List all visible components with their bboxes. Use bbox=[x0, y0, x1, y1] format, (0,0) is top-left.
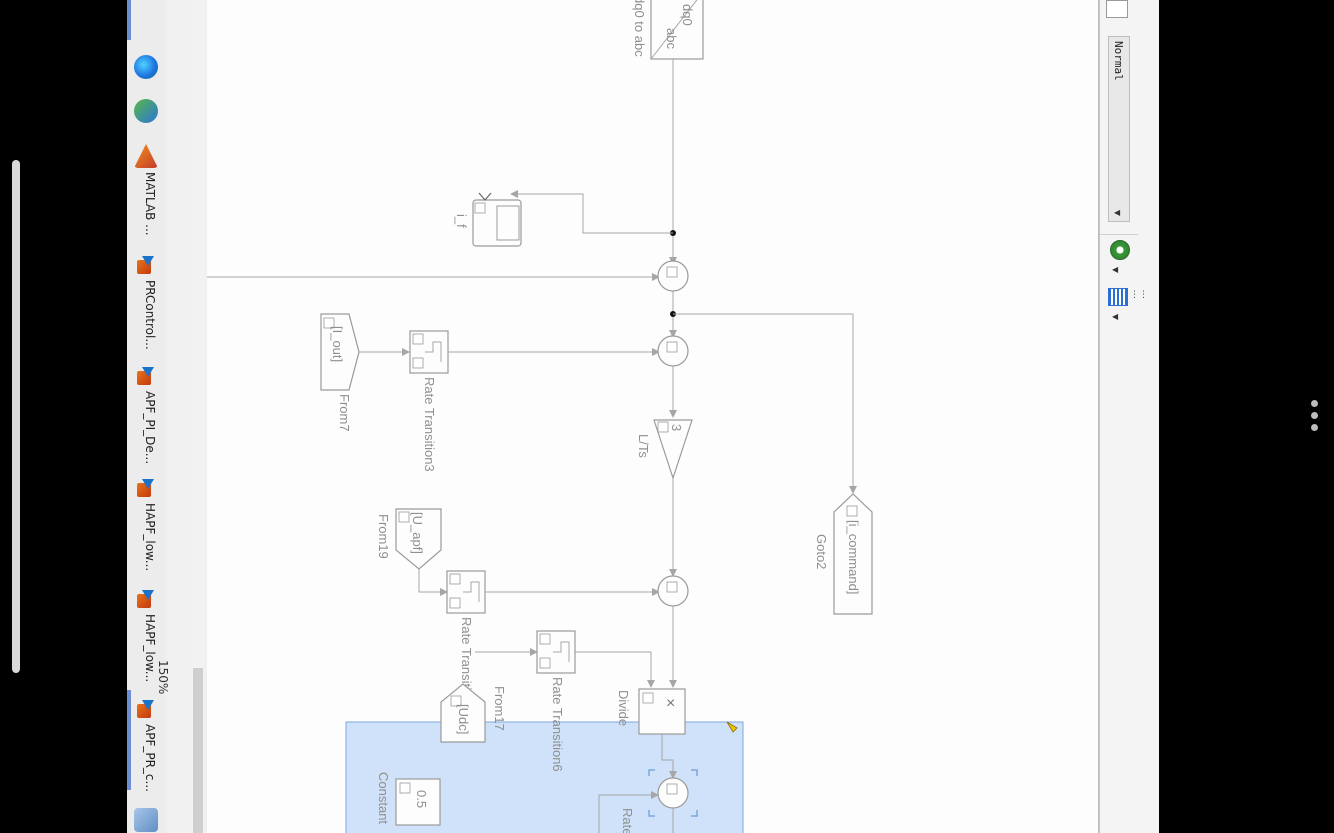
screen-border bbox=[1159, 0, 1209, 833]
status-bar bbox=[165, 0, 192, 833]
taskbar-item-label: HAPF_low... bbox=[143, 503, 157, 572]
app-window-icon bbox=[134, 808, 158, 832]
block-name: Goto2 bbox=[814, 534, 829, 569]
microsoft-store-icon bbox=[134, 99, 158, 123]
taskbar-item-label: HAPF_low... bbox=[143, 614, 157, 683]
block-name: Rate bbox=[620, 808, 635, 833]
grid-settings-icon[interactable] bbox=[1108, 288, 1128, 306]
scrollbar-thumb[interactable] bbox=[193, 668, 203, 833]
block-name: i_f bbox=[454, 214, 469, 228]
taskbar-item-edge[interactable] bbox=[127, 55, 165, 83]
block-name: From17 bbox=[492, 686, 507, 731]
model-canvas[interactable]: dq0 abc dq0 to abc i_f [I_out] From7 Rat… bbox=[207, 0, 1099, 833]
clock-icon[interactable] bbox=[1110, 240, 1130, 260]
taskbar-item-label: MATLAB ... bbox=[143, 172, 157, 236]
device-screen: MATLAB ... PRControl... APF_PI_De... HAP… bbox=[0, 0, 1334, 833]
toolbar-divider bbox=[1100, 234, 1138, 235]
taskbar-item-prcontrol[interactable]: PRControl... bbox=[127, 252, 165, 357]
from-tag-label: [U_apf] bbox=[410, 512, 425, 554]
stop-time-field[interactable] bbox=[1106, 0, 1128, 18]
divide-symbol: × bbox=[666, 695, 675, 712]
block-name: From7 bbox=[337, 394, 352, 432]
taskbar-item-label: PRControl... bbox=[143, 280, 157, 350]
block-port-label: abc bbox=[664, 28, 679, 49]
taskbar-item-label: APF_PI_De... bbox=[143, 391, 157, 465]
matlab-icon bbox=[134, 144, 158, 168]
taskbar: MATLAB ... PRControl... APF_PI_De... HAP… bbox=[127, 0, 166, 833]
simulink-model-icon bbox=[137, 483, 151, 497]
scope-close-icon bbox=[478, 192, 492, 201]
simulation-mode-value: Normal bbox=[1112, 41, 1125, 81]
goto-tag-label: [i_command] bbox=[846, 520, 861, 594]
taskbar-item-hapf-low-1[interactable]: HAPF_low... bbox=[127, 475, 165, 580]
block-name: Divide bbox=[616, 690, 631, 726]
taskbar-item-apf-pi[interactable]: APF_PI_De... bbox=[127, 363, 165, 468]
simulink-window: MATLAB ... PRControl... APF_PI_De... HAP… bbox=[127, 0, 1209, 833]
constant-value: 0.5 bbox=[414, 790, 429, 808]
options-icon[interactable]: ⋮⋮ bbox=[1130, 290, 1148, 300]
tablet-side-handle[interactable] bbox=[12, 160, 20, 673]
block-name: dq0 to abc bbox=[632, 0, 647, 57]
more-options-icon[interactable] bbox=[1308, 400, 1320, 440]
from-tag-label: [Udc] bbox=[456, 704, 471, 734]
model-toolbar: Normal ◀ ◀ ⋮⋮ ◀ bbox=[1099, 0, 1160, 833]
zoom-level[interactable]: 150% bbox=[156, 660, 170, 694]
simulink-model-icon bbox=[137, 371, 151, 385]
simulink-model-icon bbox=[137, 260, 151, 274]
block-name: Rate Transition3 bbox=[422, 377, 437, 472]
taskbar-active-indicator bbox=[127, 0, 131, 40]
block-port-label: dq0 bbox=[680, 4, 695, 26]
block-diagram: dq0 abc dq0 to abc i_f [I_out] From7 Rat… bbox=[207, 0, 873, 833]
block-name: L/Ts bbox=[636, 434, 651, 458]
simulink-model-icon bbox=[137, 704, 151, 718]
taskbar-item-matlab[interactable]: MATLAB ... bbox=[127, 140, 165, 240]
edge-browser-icon bbox=[134, 55, 158, 79]
taskbar-item-app[interactable] bbox=[127, 806, 165, 832]
block-name: Constant bbox=[376, 772, 391, 824]
dropdown-arrow-icon: ◀ bbox=[1114, 208, 1121, 217]
simulation-mode-dropdown[interactable]: Normal ◀ bbox=[1108, 36, 1130, 222]
taskbar-item-label: APF_PR_c... bbox=[143, 724, 157, 792]
from-tag-label: [I_out] bbox=[330, 326, 345, 362]
block-name: Rate Transition6 bbox=[550, 677, 565, 772]
dropdown-arrow-icon[interactable]: ◀ bbox=[1112, 312, 1118, 321]
taskbar-item-store[interactable] bbox=[127, 99, 165, 127]
taskbar-item-apf-pr[interactable]: APF_PR_c... bbox=[127, 696, 165, 794]
dropdown-arrow-icon[interactable]: ◀ bbox=[1112, 265, 1118, 274]
simulink-model-icon bbox=[137, 594, 151, 608]
block-name: From19 bbox=[376, 514, 391, 559]
gain-value: 3 bbox=[669, 424, 684, 431]
